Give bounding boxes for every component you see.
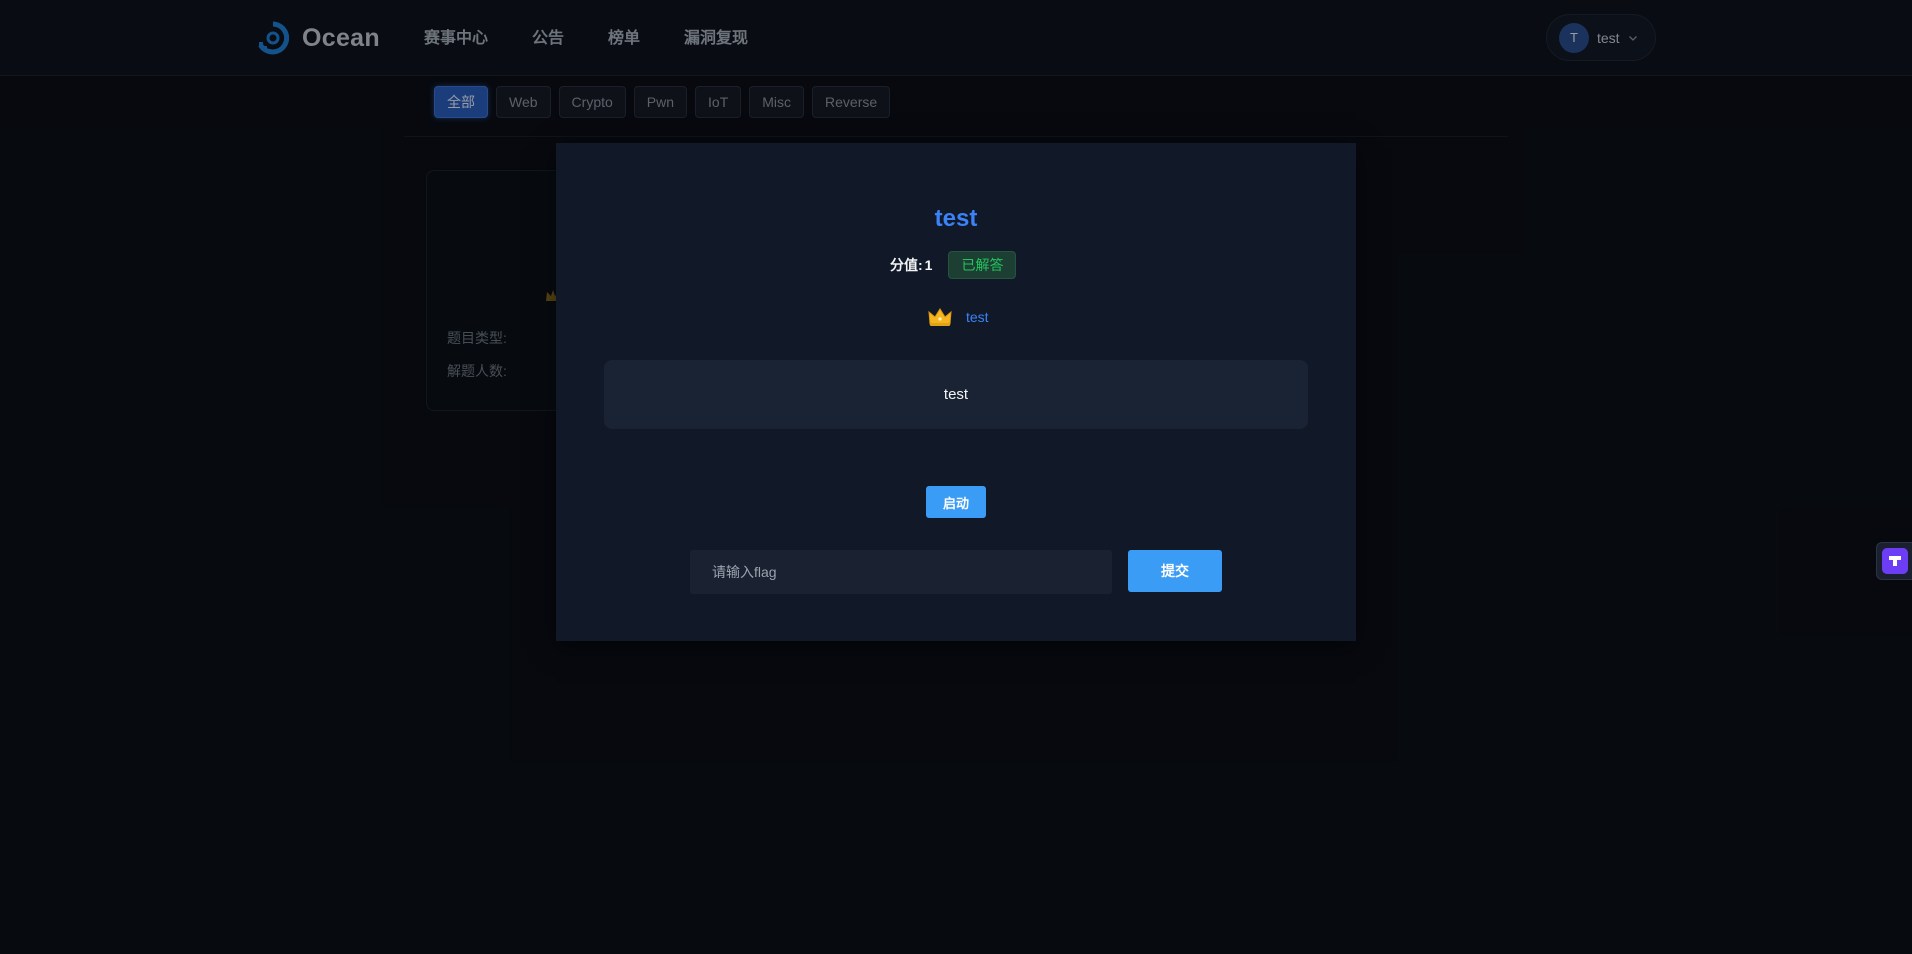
submit-button[interactable]: 提交 [1128, 550, 1222, 592]
first-blood: test [928, 307, 989, 327]
challenge-modal: test 分值: 1 已解答 test test 启动 提交 [556, 143, 1356, 641]
challenge-title: test [934, 205, 978, 232]
score-row: 分值: 1 已解答 [890, 251, 1017, 279]
side-widget[interactable] [1876, 542, 1912, 580]
status-badge: 已解答 [948, 251, 1017, 279]
crown-icon [928, 308, 952, 326]
widget-glyph-icon [1888, 556, 1901, 566]
first-blood-user[interactable]: test [966, 309, 989, 325]
flag-input[interactable] [690, 550, 1112, 594]
launch-button[interactable]: 启动 [926, 486, 986, 518]
challenge-description: test [604, 360, 1308, 429]
page: Ocean 赛事中心 公告 榜单 漏洞复现 T test 全部 Web Cryp… [0, 0, 1912, 954]
score-label: 分值: [890, 257, 923, 273]
plugin-widget-icon [1881, 548, 1908, 574]
score-value: 1 [924, 257, 933, 273]
